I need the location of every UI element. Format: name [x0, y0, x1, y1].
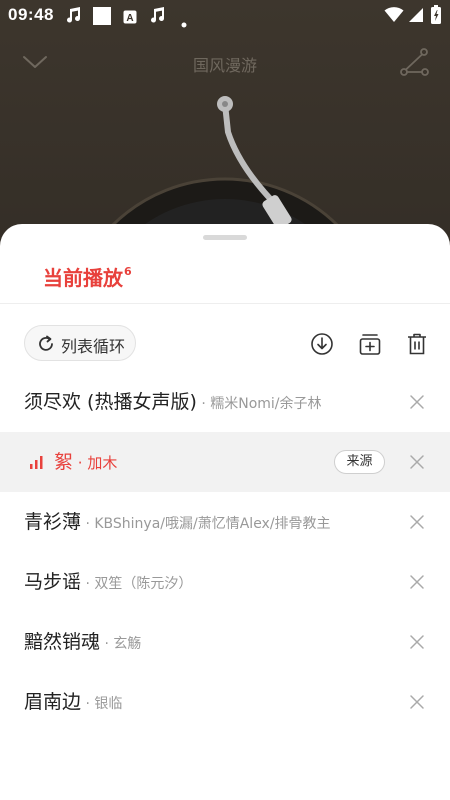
- dot-icon: [181, 13, 187, 33]
- wifi-icon: [384, 7, 404, 28]
- song-artist: · KBShinya/哦漏/萧忆情Alex/排骨教主: [81, 516, 331, 532]
- source-button[interactable]: 来源: [334, 450, 385, 474]
- loop-mode-button[interactable]: 列表循环: [24, 325, 136, 361]
- playlist-title: 国风漫游: [192, 56, 257, 75]
- svg-text:A: A: [126, 13, 133, 24]
- trash-icon[interactable]: [405, 332, 429, 356]
- remove-song-icon[interactable]: [408, 633, 426, 651]
- status-bar: 09:48 A: [0, 0, 450, 32]
- queue-count: 6: [124, 265, 132, 279]
- download-icon[interactable]: [310, 332, 334, 356]
- song-row-5[interactable]: 黯然销魂 · 玄觞: [0, 612, 450, 672]
- remove-song-icon[interactable]: [408, 513, 426, 531]
- song-artist: · 银临: [81, 696, 123, 712]
- song-name: 絮: [54, 451, 74, 473]
- song-title: 黯然销魂 · 玄觞: [24, 627, 141, 654]
- music-note-icon: [64, 6, 82, 29]
- song-artist: · 双笙（陈元汐）: [81, 576, 193, 592]
- song-name: 黯然销魂: [24, 631, 101, 653]
- divider: [0, 303, 450, 304]
- sheet-drag-handle[interactable]: [203, 235, 247, 240]
- song-name: 眉南边: [24, 691, 82, 713]
- song-title: 絮 · 加木: [54, 447, 117, 474]
- now-playing-bars-icon: [29, 454, 45, 470]
- remove-song-icon[interactable]: [408, 573, 426, 591]
- song-artist: · 玄觞: [100, 636, 142, 652]
- battery-icon: [431, 5, 441, 29]
- song-row-4[interactable]: 马步谣 · 双笙（陈元汐）: [0, 552, 450, 612]
- music-note-icon: [148, 6, 166, 29]
- loop-mode-label: 列表循环: [61, 337, 126, 356]
- song-title: 须尽欢 (热播女声版) · 糯米Nomi/余子林: [24, 387, 322, 414]
- remove-song-icon[interactable]: [408, 453, 426, 471]
- current-queue-sheet: 当前播放6 列表循环 须尽欢 (热播女声版) · 糯米Nomi/余子林 絮 · …: [0, 224, 450, 800]
- song-title: 青衫薄 · KBShinya/哦漏/萧忆情Alex/排骨教主: [24, 507, 331, 534]
- add-to-playlist-icon[interactable]: [358, 332, 382, 356]
- song-title: 眉南边 · 银临: [24, 687, 122, 714]
- remove-song-icon[interactable]: [408, 393, 426, 411]
- signal-icon: [408, 7, 424, 28]
- queue-title-text: 当前播放: [43, 266, 123, 290]
- song-row-2-now-playing[interactable]: 絮 · 加木 来源: [0, 432, 450, 492]
- song-row-1[interactable]: 须尽欢 (热播女声版) · 糯米Nomi/余子林: [0, 372, 450, 432]
- status-time: 09:48: [8, 5, 54, 24]
- remove-song-icon[interactable]: [408, 693, 426, 711]
- share-icon[interactable]: [400, 48, 430, 80]
- song-title: 马步谣 · 双笙（陈元汐）: [24, 567, 192, 594]
- song-name: 须尽欢 (热播女声版): [24, 391, 197, 413]
- song-name: 青衫薄: [24, 511, 82, 533]
- song-artist: · 加木: [73, 454, 118, 472]
- song-row-6[interactable]: 眉南边 · 银临: [0, 672, 450, 732]
- song-artist: · 糯米Nomi/余子林: [196, 396, 322, 412]
- repeat-icon: [39, 335, 53, 351]
- song-name: 马步谣: [24, 571, 82, 593]
- player-top-bar: 国风漫游: [0, 40, 450, 84]
- queue-title: 当前播放6: [43, 262, 132, 291]
- song-row-3[interactable]: 青衫薄 · KBShinya/哦漏/萧忆情Alex/排骨教主: [0, 492, 450, 552]
- a-badge-icon: A: [123, 9, 137, 29]
- white-square-icon: [93, 7, 111, 30]
- vinyl-record-area: [0, 84, 450, 244]
